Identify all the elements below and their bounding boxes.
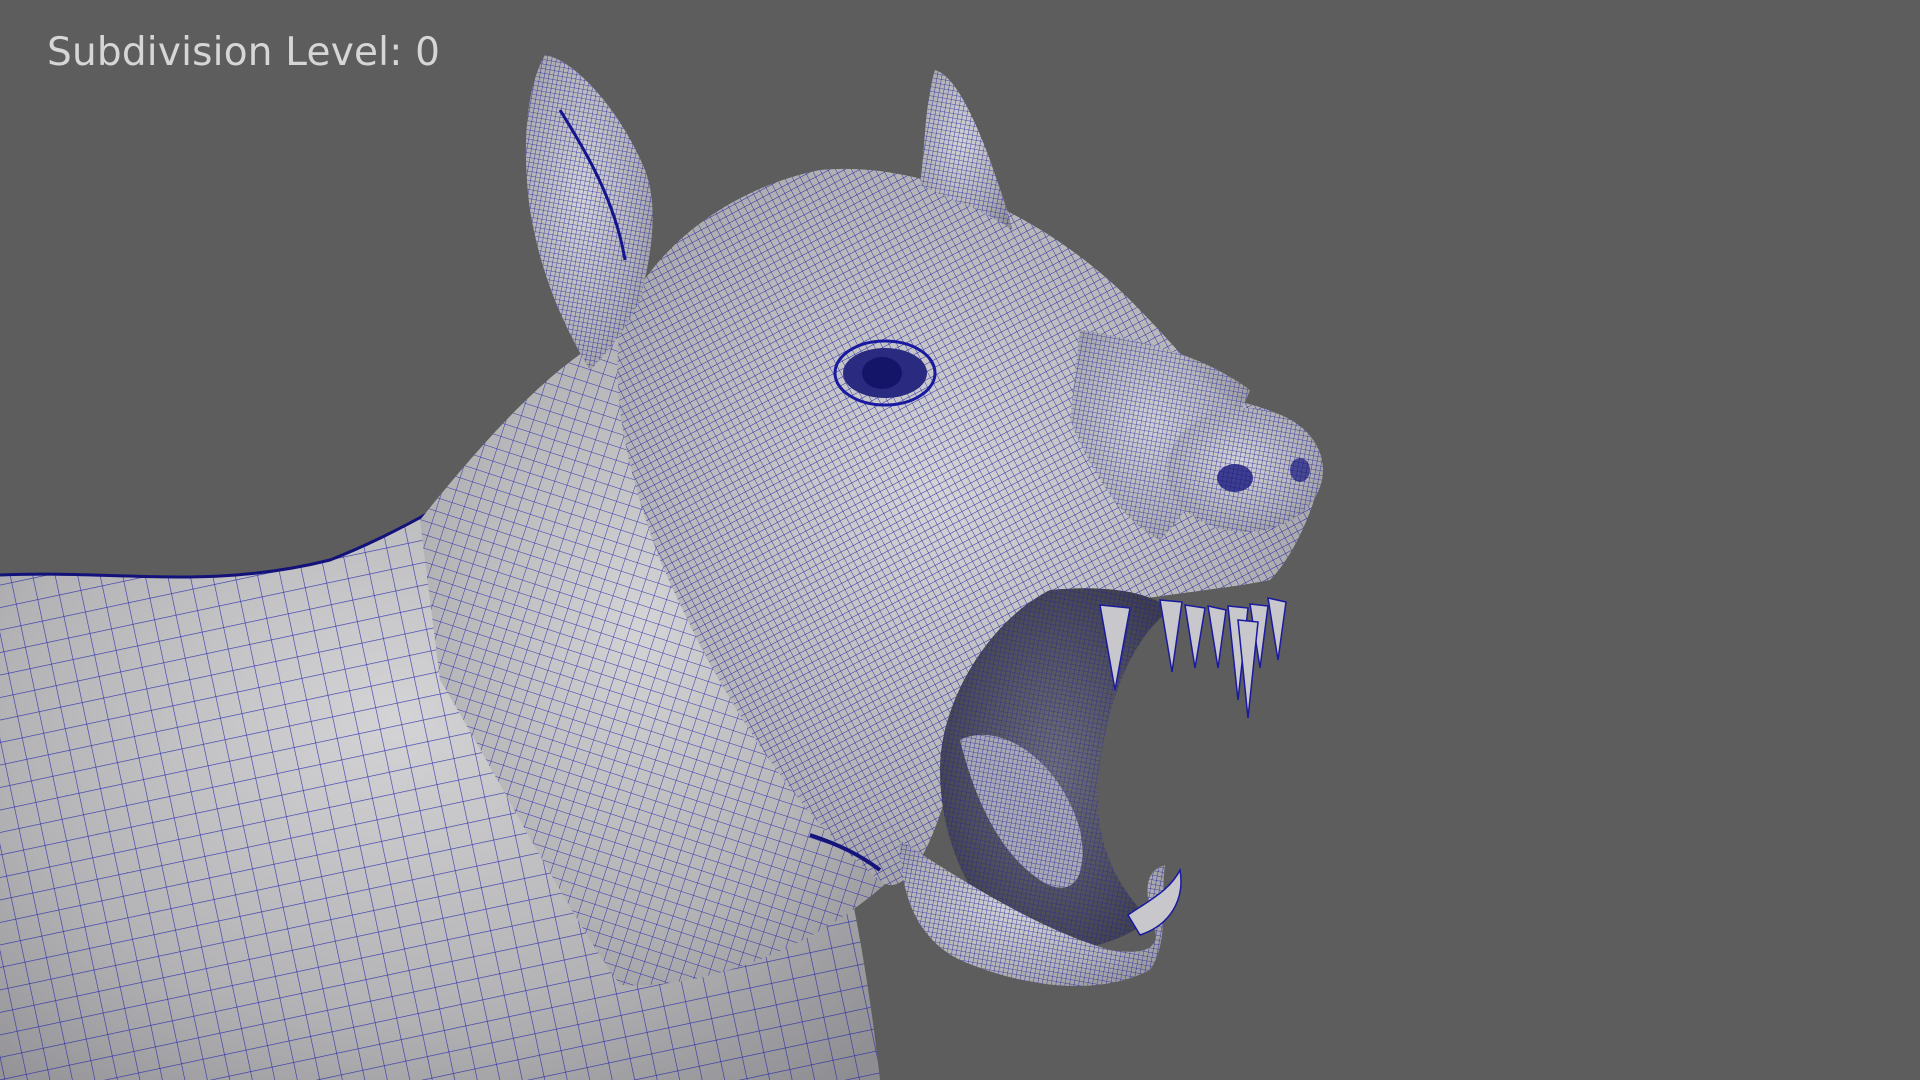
eye-mesh	[833, 339, 937, 407]
subdivision-level-label: Subdivision Level: 0	[47, 30, 441, 75]
nose-mesh	[1167, 408, 1323, 532]
3d-viewport[interactable]: Subdivision Level: 0	[0, 0, 1920, 1080]
wireframe-dog-model	[0, 55, 1323, 1080]
